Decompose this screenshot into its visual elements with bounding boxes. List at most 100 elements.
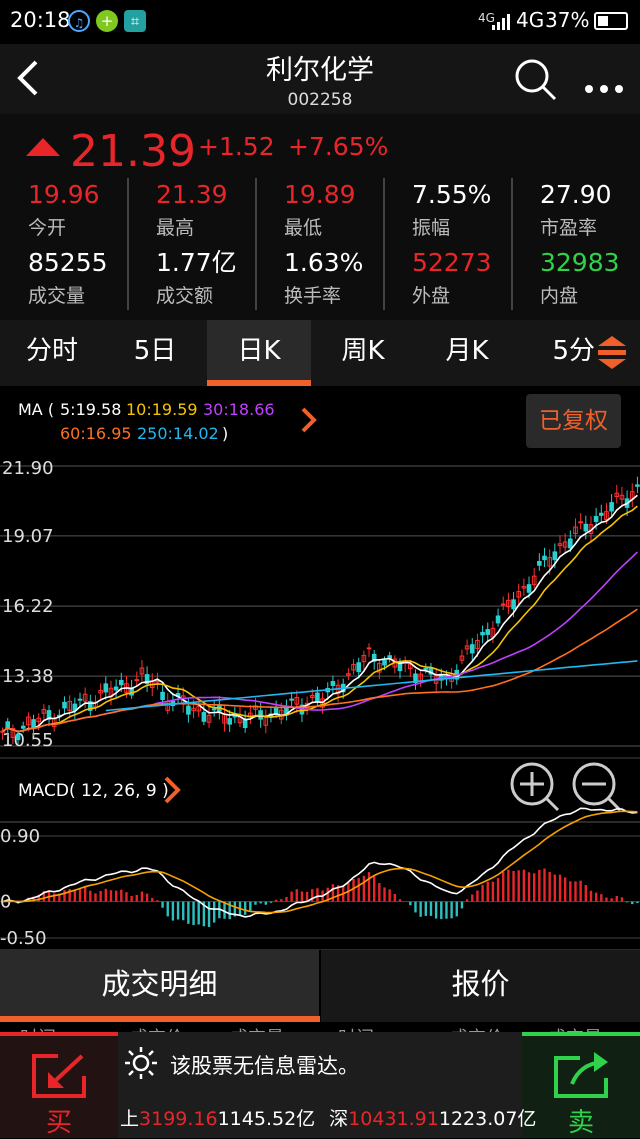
price-tick-label: 10.55 (2, 730, 54, 751)
ma30-value: 30:18.66 (203, 400, 275, 419)
candle-body (382, 659, 387, 666)
stat-label: 成交量 (28, 285, 86, 307)
kline-panel (0, 452, 640, 758)
macd-tick-label: 0.90 (0, 826, 40, 847)
fuquan-button[interactable]: 已复权 (526, 394, 621, 448)
candle-body (31, 719, 36, 729)
candle-body (366, 647, 372, 650)
candle-body (495, 615, 501, 624)
tab-monthly-k[interactable]: 月K (415, 320, 519, 386)
headset-icon: ♫ (68, 10, 90, 32)
ma-suffix: ) (222, 424, 229, 443)
candle-body (330, 681, 336, 686)
search-icon[interactable] (512, 56, 558, 102)
candle-body (62, 701, 67, 709)
stat-label: 最高 (156, 217, 195, 239)
candle-body (583, 523, 589, 532)
price-tick-label: 21.90 (2, 458, 54, 479)
price-change-pct: +7.65% (288, 132, 389, 161)
battery-percent: 37% (545, 8, 590, 32)
sh-index-value: 3199.16 (139, 1108, 218, 1130)
candle-body (289, 698, 294, 701)
candle-body (273, 707, 279, 714)
col-price-2: 成交价 (450, 1024, 504, 1032)
stat-value: 85255 (28, 248, 108, 277)
candle-body (211, 708, 217, 711)
tab-5day[interactable]: 5日 (103, 320, 207, 386)
stat-label: 换手率 (284, 285, 342, 307)
candle-body (118, 679, 124, 686)
stat-value: 32983 (540, 248, 620, 277)
stat-cell: 21.39 最高 (156, 178, 284, 244)
price-change: +1.52 (198, 132, 275, 161)
battery-fill (598, 16, 609, 26)
candle-body (552, 551, 558, 561)
buy-button[interactable]: 买 (0, 1032, 118, 1138)
stat-cell: 1.63% 换手率 (284, 246, 412, 312)
more-icon[interactable] (584, 84, 626, 94)
col-volume: 成交量 (230, 1024, 284, 1032)
chevron-right-icon[interactable] (300, 406, 318, 434)
tab-intraday[interactable]: 分时 (0, 320, 104, 386)
tab-5min[interactable]: 5分 (519, 320, 595, 386)
price-tick-label: 16.22 (2, 596, 54, 617)
stat-cell: 32983 内盘 (540, 246, 640, 312)
candle-body (103, 683, 109, 693)
sell-button[interactable]: 卖 (522, 1032, 640, 1138)
up-arrow-icon (26, 138, 60, 156)
stat-label: 成交额 (156, 285, 214, 307)
plus-app-icon: + (96, 10, 118, 32)
signal-label: 4G (516, 8, 545, 32)
stat-value: 1.77亿 (156, 248, 237, 277)
status-bar: 20:18 ♫ + ⌗ 4G 4G 37% (0, 0, 640, 44)
candle-body (15, 733, 21, 741)
macd-label: MACD( 12, 26, 9 ) (18, 781, 169, 801)
stat-value: 19.96 (28, 180, 100, 209)
sh-turnover: 1145.52亿 (217, 1108, 316, 1130)
candle-body (20, 725, 26, 729)
ma5-value: 5:19.58 (60, 400, 122, 419)
candle-body (227, 718, 232, 725)
ma60-value: 60:16.95 (60, 424, 132, 443)
stat-label: 最低 (284, 217, 323, 239)
price-tick-label: 13.38 (2, 666, 54, 687)
sz-index-value: 10431.91 (348, 1108, 439, 1130)
buy-icon (32, 1054, 86, 1098)
stat-label: 市盈率 (540, 217, 598, 239)
status-time: 20:18 (10, 8, 71, 32)
candle-body (469, 644, 475, 654)
stat-cell: 27.90 市盈率 (540, 178, 640, 244)
price-tick-label: 19.07 (2, 526, 54, 547)
stat-value: 1.63% (284, 248, 364, 277)
candle-body (537, 560, 542, 566)
candle-body (485, 629, 491, 635)
candle-body (598, 512, 604, 516)
period-menu-icon[interactable] (598, 336, 626, 370)
stat-cell: 52273 外盘 (412, 246, 540, 312)
ma10-value: 10:19.59 (126, 400, 198, 419)
detail-header-row: 时间 成交价 成交量 时间 成交价 成交量 (0, 1022, 640, 1032)
candle-body (387, 655, 392, 659)
candle-body (542, 555, 547, 561)
stat-cell: 1.77亿成交额 (156, 246, 284, 312)
kline-macd-chart[interactable]: 21.90 19.07 16.22 13.38 10.55 MACD( 12, 26, 9… (0, 452, 640, 950)
tab-trade-detail[interactable]: 成交明细 (0, 950, 319, 1022)
candle-body (511, 599, 516, 610)
active-tab-indicator (207, 380, 311, 386)
tab-order-book[interactable]: 报价 (321, 950, 640, 1022)
stat-label: 内盘 (540, 285, 579, 307)
buy-label: 买 (45, 1108, 72, 1138)
candle-body (201, 712, 207, 722)
period-tabs: 分时 5日 日K 周K 月K 5分 (0, 320, 640, 386)
sz-label: 深 (329, 1108, 349, 1130)
candle-body (635, 484, 640, 487)
divider (127, 178, 129, 310)
stat-label: 今开 (28, 217, 67, 239)
candle-body (578, 521, 583, 524)
col-volume-2: 成交量 (548, 1024, 602, 1032)
divider (383, 178, 385, 310)
candle-body (315, 692, 320, 702)
tab-weekly-k[interactable]: 周K (311, 320, 415, 386)
divider (255, 178, 257, 310)
tab-daily-k[interactable]: 日K (207, 320, 311, 386)
